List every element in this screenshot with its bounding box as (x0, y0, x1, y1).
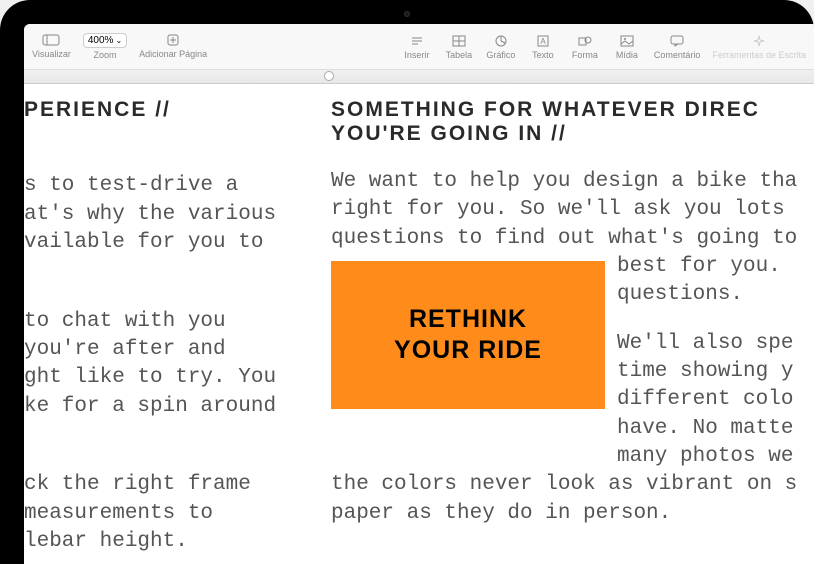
shape-button[interactable]: Forma (570, 34, 600, 60)
left-para-1: s to test-drive a at's why the various v… (24, 172, 307, 257)
add-page-label: Adicionar Página (139, 49, 207, 59)
chart-label: Gráfico (486, 50, 515, 60)
plus-icon (164, 33, 182, 47)
toolbar: Visualizar 400% ⌄ Zoom Adicionar Página (24, 24, 814, 70)
ruler[interactable] (24, 70, 814, 84)
ruler-marker[interactable] (324, 71, 334, 81)
shape-label: Forma (572, 50, 598, 60)
add-page-button[interactable]: Adicionar Página (139, 33, 207, 59)
svg-text:A: A (540, 37, 546, 46)
left-para-3: ck the right frame measurements to lebar… (24, 471, 307, 556)
chart-button[interactable]: Gráfico (486, 34, 516, 60)
chart-icon (492, 34, 510, 48)
chevron-down-icon: ⌄ (115, 36, 122, 45)
shape-icon (576, 34, 594, 48)
left-column: PERIENCE // s to test-drive a at's why t… (24, 84, 317, 564)
view-label: Visualizar (32, 49, 71, 59)
writing-label: Ferramentas de Escrita (712, 50, 806, 60)
right-para-1: We want to help you design a bike tha ri… (331, 168, 814, 253)
zoom-control[interactable]: 400% ⌄ Zoom (83, 33, 127, 60)
writing-tools-button[interactable]: Ferramentas de Escrita (712, 34, 806, 60)
view-button[interactable]: Visualizar (32, 33, 71, 59)
media-button[interactable]: Mídia (612, 34, 642, 60)
comment-button[interactable]: Comentário (654, 34, 701, 60)
insert-icon (408, 34, 426, 48)
comment-icon (668, 34, 686, 48)
text-label: Texto (532, 50, 554, 60)
media-label: Mídia (616, 50, 638, 60)
right-heading: SOMETHING FOR WHATEVER DIREC YOU'RE GOIN… (331, 98, 814, 146)
table-label: Tabela (446, 50, 473, 60)
sparkle-icon (750, 34, 768, 48)
zoom-value: 400% (88, 35, 114, 46)
view-icon (42, 33, 60, 47)
table-button[interactable]: Tabela (444, 34, 474, 60)
right-para-2: the colors never look as vibrant on s pa… (331, 471, 814, 528)
right-column: SOMETHING FOR WHATEVER DIREC YOU'RE GOIN… (317, 84, 814, 564)
table-icon (450, 34, 468, 48)
comment-label: Comentário (654, 50, 701, 60)
zoom-label: Zoom (93, 50, 116, 60)
media-icon (618, 34, 636, 48)
insert-label: Inserir (404, 50, 429, 60)
camera-dot (404, 11, 410, 17)
document-canvas[interactable]: PERIENCE // s to test-drive a at's why t… (24, 84, 814, 564)
text-button[interactable]: A Texto (528, 34, 558, 60)
insert-button[interactable]: Inserir (402, 34, 432, 60)
left-heading: PERIENCE // (24, 98, 307, 122)
app-window: Visualizar 400% ⌄ Zoom Adicionar Página (24, 24, 814, 564)
text-icon: A (534, 34, 552, 48)
left-para-2: to chat with you you're after and ght li… (24, 308, 307, 421)
callout-text: RETHINK YOUR RIDE (394, 304, 542, 367)
device-frame: Visualizar 400% ⌄ Zoom Adicionar Página (0, 0, 814, 564)
callout-box[interactable]: RETHINK YOUR RIDE (331, 261, 605, 409)
